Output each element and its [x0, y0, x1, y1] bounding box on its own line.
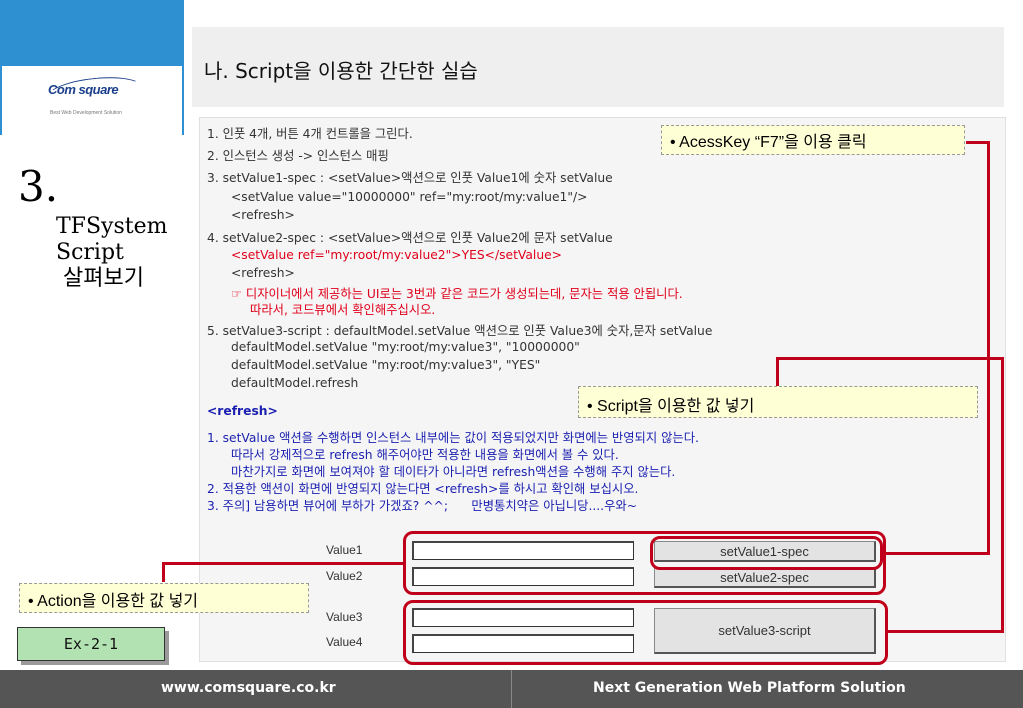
connector-line — [776, 357, 1004, 360]
section-number: 3. — [18, 162, 59, 211]
note-line: 2. 적용한 액션이 화면에 반영되지 않는다면 <refresh>를 하시고 … — [207, 482, 639, 496]
page-title: 나. Script을 이용한 간단한 실습 — [204, 59, 478, 83]
logo: Com square — [48, 82, 119, 97]
section-title: TFSystem Script 살펴보기 — [56, 214, 167, 292]
callout-action: • Action을 이용한 값 넣기 — [19, 583, 309, 613]
section-title-line: TFSystem — [56, 214, 168, 239]
refresh-heading: <refresh> — [207, 404, 278, 418]
code-line: defaultModel.setValue "my:root/my:value3… — [231, 340, 580, 354]
note-line: 마찬가지로 화면에 보여져야 할 데이타가 아니라면 refresh액션을 수행… — [231, 465, 676, 479]
connector-line — [1001, 357, 1004, 633]
logo-tagline: Best Web Development Solution — [50, 110, 122, 116]
content-line: 3. setValue1-spec : <setValue>액션으로 인풋 Va… — [207, 171, 613, 185]
section-title-line: Script — [56, 240, 124, 265]
footer-slogan: Next Generation Web Platform Solution — [593, 680, 906, 696]
code-line: <setValue value="10000000" ref="my:root/… — [231, 190, 588, 204]
code-line: <setValue ref="my:root/my:value2">YES</s… — [231, 248, 562, 262]
value1-label: Value1 — [326, 543, 363, 557]
code-line: <refresh> — [231, 208, 295, 222]
highlight-box-accesskey — [650, 536, 883, 570]
value2-label: Value2 — [326, 569, 363, 583]
example-label: Ex-2-1 — [17, 627, 165, 661]
warning-line: 따라서, 코드뷰에서 확인해주십시오. — [250, 303, 436, 317]
connector-line — [886, 630, 1004, 633]
value3-label: Value3 — [326, 610, 363, 624]
content-line: 5. setValue3-script : defaultModel.setVa… — [207, 324, 713, 338]
connector-line — [884, 552, 990, 555]
code-line: defaultModel.setValue "my:root/my:value3… — [231, 358, 541, 372]
value4-label: Value4 — [326, 635, 363, 649]
section-title-line: 살펴보기 — [56, 266, 144, 291]
note-line: 1. setValue 액션을 수행하면 인스턴스 내부에는 값이 적용되었지만… — [207, 431, 699, 445]
connector-line — [776, 357, 779, 387]
content-line: 2. 인스턴스 생성 -> 인스턴스 매핑 — [207, 149, 389, 163]
connector-line — [162, 562, 165, 582]
connector-line — [987, 141, 990, 555]
highlight-box-script — [403, 600, 888, 665]
content-line: 4. setValue2-spec : <setValue>액션으로 인풋 Va… — [207, 231, 613, 245]
code-line: <refresh> — [231, 266, 295, 280]
callout-accesskey: • AcessKey “F7”을 이용 클릭 — [661, 125, 965, 155]
footer-divider — [511, 670, 512, 708]
note-line: 3. 주의] 남용하면 뷰어에 부하가 가겠죠? ^^; 만병통치약은 아닙니당… — [207, 499, 638, 513]
callout-script: • Script을 이용한 값 넣기 — [578, 386, 978, 418]
code-line: defaultModel.refresh — [231, 376, 359, 390]
note-line: 따라서 강제적으로 refresh 해주어야만 적용한 내용을 화면에서 볼 수… — [231, 448, 619, 462]
footer-url[interactable]: www.comsquare.co.kr — [161, 680, 336, 696]
content-line: 1. 인풋 4개, 버튼 4개 컨트롤을 그린다. — [207, 127, 413, 141]
connector-line — [162, 562, 406, 565]
